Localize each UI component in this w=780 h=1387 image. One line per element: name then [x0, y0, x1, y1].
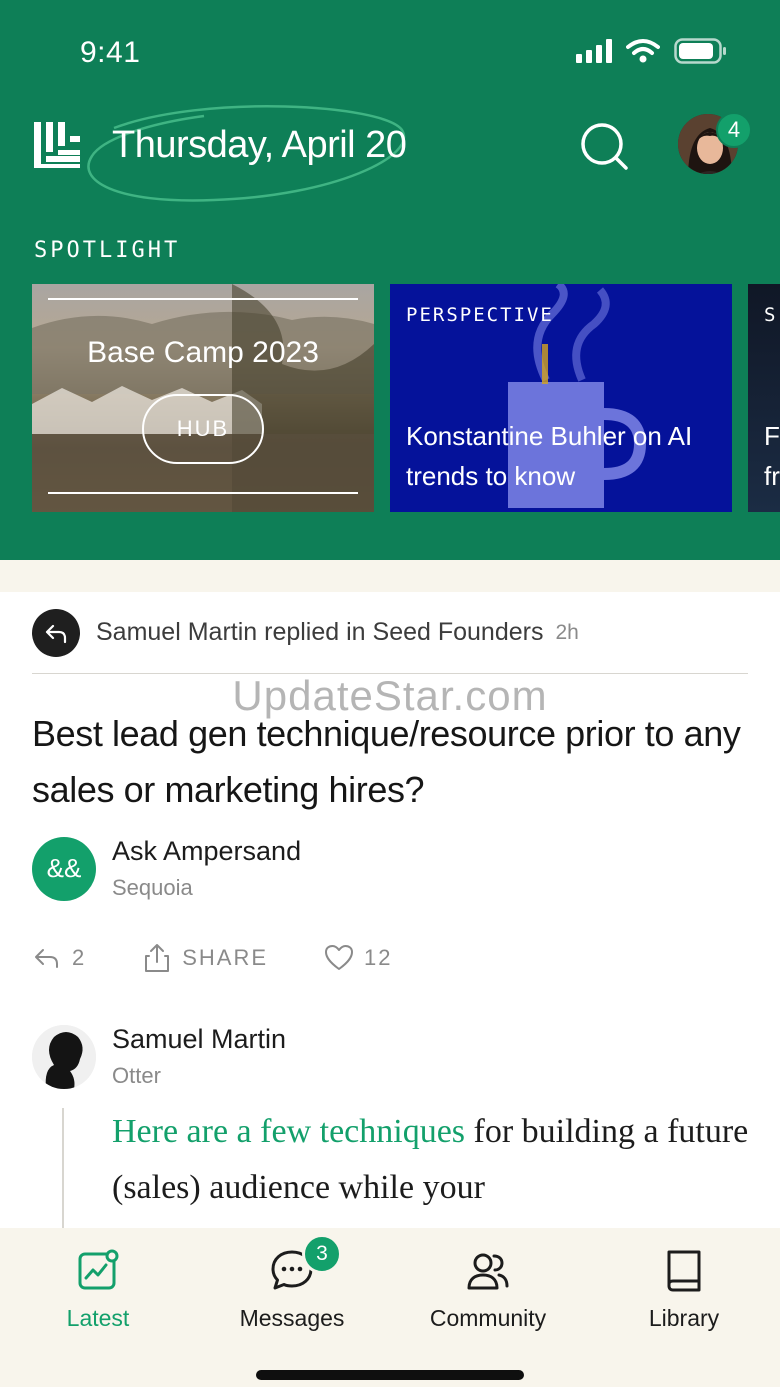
like-count: 12	[364, 945, 393, 970]
reply-link[interactable]: Here are a few techniques	[112, 1113, 465, 1150]
notification-badge: 4	[716, 112, 752, 148]
reply-author-org: Otter	[112, 1063, 161, 1088]
cellular-signal-icon	[576, 39, 612, 63]
heart-icon	[325, 945, 354, 970]
search-icon[interactable]	[578, 120, 630, 172]
section-label-spotlight: SPOTLIGHT	[34, 238, 181, 263]
reply-notice-text: Samuel Martin replied in Seed Founders	[96, 618, 544, 646]
card-kicker: S	[764, 304, 776, 326]
tab-label: Messages	[239, 1305, 345, 1331]
reply-count: 2	[72, 945, 87, 970]
spotlight-card-partial[interactable]: S F fr	[748, 284, 780, 512]
reply-action[interactable]: 2	[32, 943, 86, 973]
card-title: Base Camp 2023	[87, 336, 319, 369]
tab-label: Community	[429, 1305, 547, 1331]
divider-strip	[0, 560, 780, 592]
spotlight-card-perspective[interactable]: PERSPECTIVE Konstantine Buhler on AI tre…	[390, 284, 732, 512]
reply-timestamp: 2h	[555, 620, 579, 644]
people-icon	[467, 1253, 509, 1290]
post-actions: 2 SHARE 12	[32, 942, 393, 974]
reply-author[interactable]: Samuel Martin Otter	[32, 1024, 286, 1089]
tab-label: Library	[648, 1305, 720, 1331]
tab-library[interactable]: Library	[594, 1248, 774, 1332]
chart-icon	[78, 1249, 119, 1290]
ampersand-logo: &&	[32, 836, 96, 901]
page-title: Thursday, April 20	[112, 124, 407, 166]
share-action[interactable]: SHARE	[142, 942, 268, 974]
post-author[interactable]: && Ask Ampersand Sequoia	[32, 836, 301, 901]
avatar	[32, 1024, 96, 1089]
tab-label: Latest	[66, 1305, 130, 1331]
wifi-icon	[626, 39, 660, 63]
reply-author-name: Samuel Martin	[112, 1024, 287, 1054]
reply-body[interactable]: Here are a few techniques for building a…	[112, 1104, 752, 1216]
tab-messages[interactable]: Messages	[202, 1248, 382, 1332]
reply-icon	[35, 949, 58, 968]
author-name: Ask Ampersand	[112, 836, 302, 866]
author-org: Sequoia	[112, 875, 193, 900]
hub-button[interactable]: HUB	[142, 394, 264, 464]
messages-badge: 3	[302, 1234, 342, 1274]
spotlight-card-basecamp[interactable]: Base Camp 2023 HUB	[32, 284, 374, 512]
tab-community[interactable]: Community	[398, 1248, 578, 1332]
reply-arrow-icon	[32, 608, 80, 657]
status-icons	[576, 38, 728, 64]
card-bottom-rule	[48, 492, 358, 494]
tab-latest[interactable]: Latest	[8, 1248, 188, 1332]
card-title: Konstantine Buhler on AI trends to know	[406, 421, 693, 491]
card-title: F fr	[764, 421, 780, 491]
post-title[interactable]: Best lead gen technique/resource prior t…	[32, 706, 762, 818]
card-kicker: PERSPECTIVE	[406, 304, 554, 326]
card-top-rule	[48, 298, 358, 300]
share-label: SHARE	[182, 945, 269, 970]
share-icon	[145, 944, 170, 972]
book-icon	[667, 1250, 701, 1292]
home-indicator[interactable]	[256, 1370, 524, 1380]
reply-notice[interactable]: Samuel Martin replied in Seed Founders 2…	[32, 608, 748, 674]
thread-line	[62, 1108, 64, 1228]
watermark: UpdateStar.com	[232, 672, 548, 719]
like-action[interactable]: 12	[324, 944, 392, 972]
status-time: 9:41	[80, 36, 141, 69]
app-logo-icon[interactable]	[32, 120, 82, 170]
tab-bar: Latest Messages Community Library	[0, 1228, 780, 1387]
battery-icon	[674, 38, 726, 64]
